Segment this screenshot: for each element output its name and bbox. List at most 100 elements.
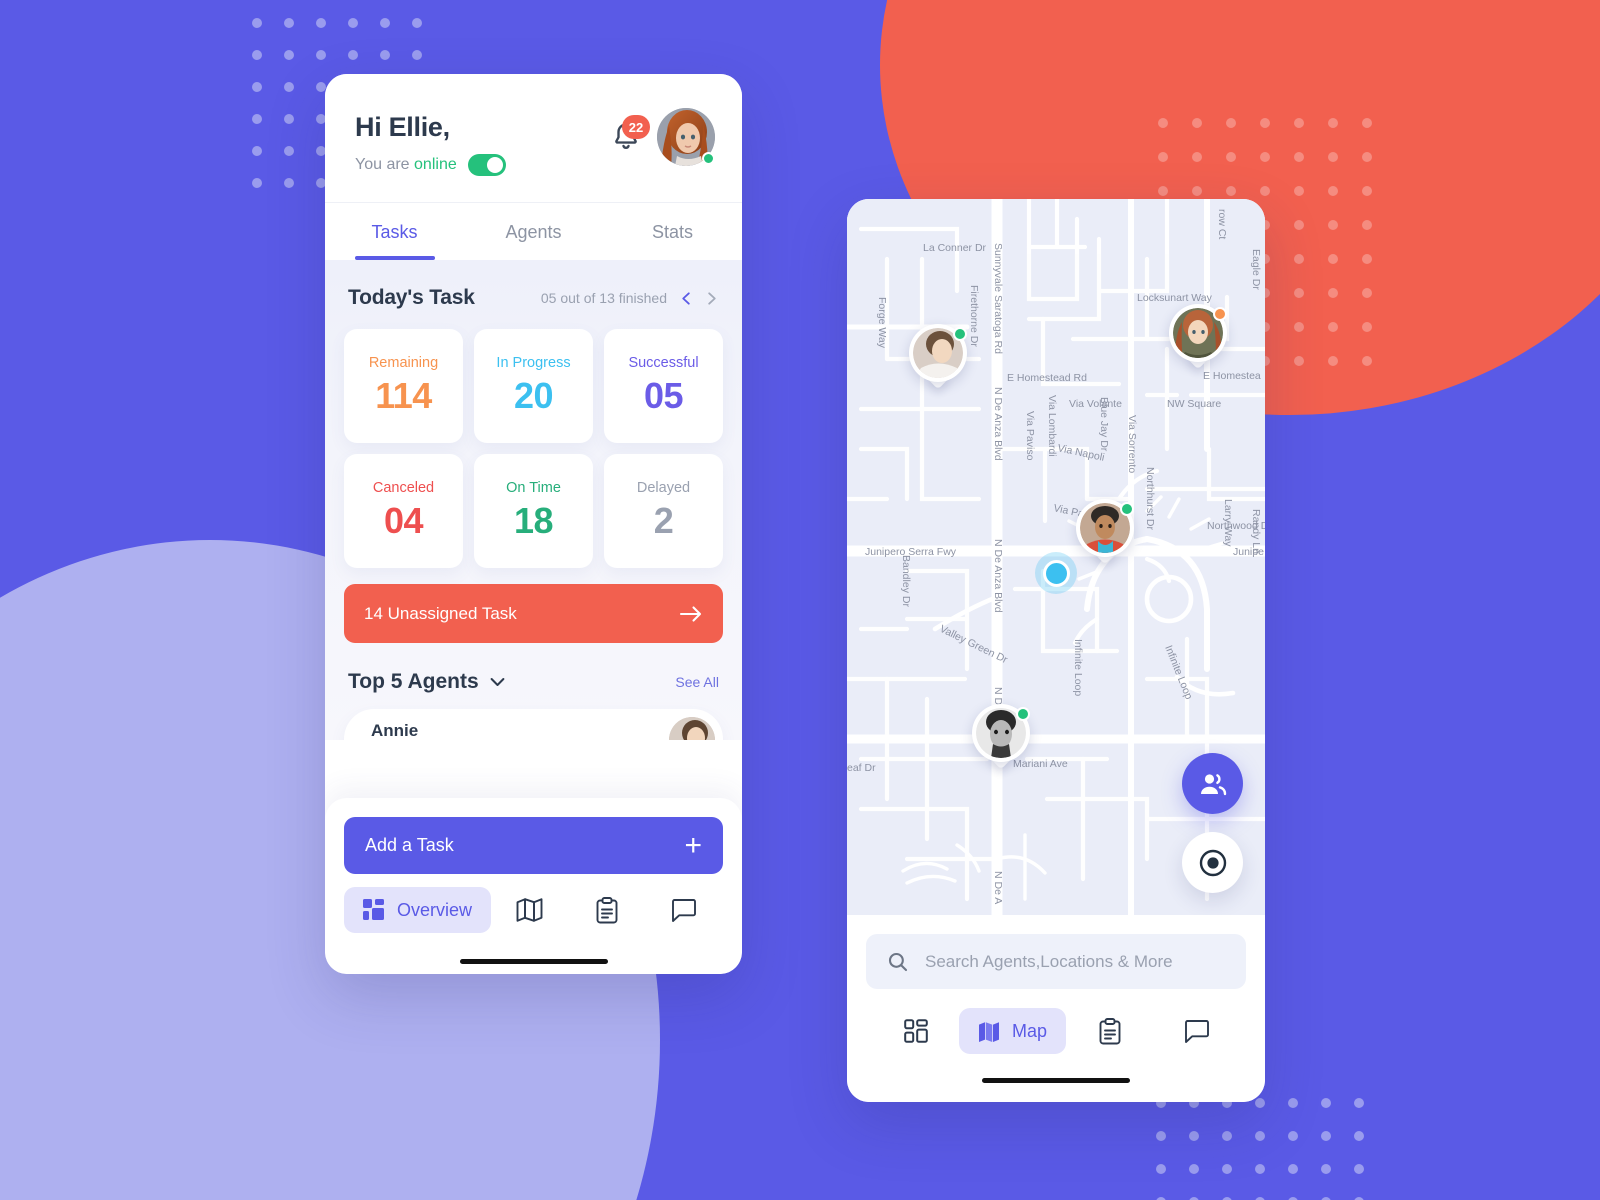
- app-header: Hi Ellie, You are online 22: [325, 74, 742, 176]
- clipboard-icon: [1099, 1017, 1120, 1044]
- stat-value: 20: [513, 375, 554, 416]
- pin-status-dot: [1016, 707, 1030, 721]
- nav-item-overview[interactable]: [872, 1019, 959, 1043]
- tab-agents[interactable]: Agents: [464, 203, 603, 260]
- stat-card-delayed[interactable]: Delayed 2: [604, 454, 723, 568]
- svg-text:Via Lombardi: Via Lombardi: [1046, 395, 1058, 457]
- home-indicator: [459, 959, 608, 964]
- status-value: online: [414, 156, 457, 173]
- online-toggle[interactable]: [467, 154, 506, 176]
- nav-item-tasks[interactable]: [568, 896, 645, 924]
- section-title-top-agents: Top 5 Agents: [348, 670, 479, 693]
- todays-task-header: Today's Task 05 out of 13 finished: [344, 260, 723, 310]
- agent-pin-2[interactable]: [1169, 304, 1227, 374]
- nav-item-tasks[interactable]: [1066, 1017, 1153, 1045]
- unassigned-label: 14 Unassigned Task: [364, 603, 517, 623]
- svg-text:Forge Way: Forge Way: [876, 297, 888, 349]
- svg-text:N De Anza Blvd: N De Anza Blvd: [992, 387, 1004, 461]
- search-input[interactable]: Search Agents,Locations & More: [925, 952, 1173, 972]
- stat-value: 2: [653, 500, 674, 541]
- nav-item-chat[interactable]: [1153, 1019, 1240, 1044]
- chat-icon: [1184, 1019, 1209, 1043]
- my-location-dot: [1035, 552, 1077, 594]
- nav-item-overview[interactable]: Overview: [344, 887, 492, 933]
- stat-value: 05: [643, 375, 684, 416]
- stat-value: 04: [383, 500, 424, 541]
- task-progress-count: 05: [540, 290, 557, 306]
- notifications-button[interactable]: 22: [611, 115, 650, 154]
- background-decoration: [0, 0, 1600, 1200]
- stat-card-successful[interactable]: Successful 05: [604, 329, 723, 443]
- svg-text:Via Sorrento: Via Sorrento: [1126, 415, 1138, 473]
- svg-text:Firethorne Dr: Firethorne Dr: [968, 285, 980, 347]
- stat-label: On Time: [506, 480, 561, 496]
- status-prefix: You are: [355, 156, 410, 173]
- agent-pin-4[interactable]: [972, 704, 1030, 774]
- pin-status-dot: [1213, 307, 1227, 321]
- agents-fab[interactable]: [1182, 753, 1243, 814]
- status-label: You are online: [355, 156, 457, 174]
- map-icon: [516, 898, 543, 922]
- home-indicator: [982, 1078, 1130, 1083]
- tab-bar: Tasks Agents Stats: [325, 202, 742, 260]
- header-actions: 22: [611, 108, 715, 166]
- avatar-presence-dot: [702, 152, 715, 165]
- stat-label: Remaining: [368, 355, 439, 371]
- nav-item-chat[interactable]: [646, 898, 723, 923]
- stat-card-remaining[interactable]: Remaining 114: [344, 329, 463, 443]
- unassigned-tasks-banner[interactable]: 14 Unassigned Task: [344, 584, 723, 643]
- stat-card-canceled[interactable]: Canceled 04: [344, 454, 463, 568]
- svg-text:E Homestead Rd: E Homestead Rd: [1007, 372, 1087, 384]
- bottom-navigation: Map: [866, 989, 1246, 1054]
- list-item[interactable]: Annie 127 Tasks: [344, 709, 723, 740]
- agent-info: Annie 127 Tasks: [371, 721, 432, 741]
- svg-text:Northhurst Dr: Northhurst Dr: [1144, 467, 1156, 531]
- task-progress-text: 05 out of 13 finished: [541, 290, 667, 306]
- svg-text:Via Volante: Via Volante: [1069, 398, 1122, 410]
- see-all-link[interactable]: See All: [675, 674, 719, 690]
- dashboard-grid-icon: [363, 899, 384, 920]
- svg-text:Sunnyvale Saratoga Rd: Sunnyvale Saratoga Rd: [992, 243, 1004, 354]
- tab-tasks[interactable]: Tasks: [325, 203, 464, 260]
- stat-card-on-time[interactable]: On Time 18: [474, 454, 593, 568]
- svg-text:N De Anza Blvd: N De Anza Blvd: [992, 539, 1004, 613]
- stat-label: Canceled: [372, 480, 435, 496]
- chevron-down-icon[interactable]: [490, 677, 505, 687]
- svg-text:N De A: N De A: [992, 871, 1004, 904]
- task-pager: [679, 291, 719, 306]
- locate-fab[interactable]: [1182, 832, 1243, 893]
- svg-text:Randy Ln: Randy Ln: [1250, 509, 1262, 554]
- top-agents-header: Top 5 Agents See All: [344, 670, 723, 694]
- avatar[interactable]: [657, 108, 715, 166]
- task-stats-grid: Remaining 114 In Progress 20 Successful …: [344, 329, 723, 568]
- dashboard-phone: Hi Ellie, You are online 22 Tasks Agents…: [325, 74, 742, 974]
- svg-text:eaf Dr: eaf Dr: [847, 762, 876, 774]
- stat-label: Delayed: [636, 480, 691, 496]
- tab-stats[interactable]: Stats: [603, 203, 742, 260]
- map-view[interactable]: La Conner Dr Locksunart Way E Homestead …: [847, 199, 1265, 915]
- dashboard-grid-icon: [903, 1019, 928, 1043]
- bottom-navigation: Overview: [344, 874, 723, 933]
- chevron-right-icon[interactable]: [704, 291, 719, 306]
- stat-card-in-progress[interactable]: In Progress 20: [474, 329, 593, 443]
- stat-label: In Progress: [496, 355, 571, 371]
- svg-text:Blue Jay Dr: Blue Jay Dr: [1098, 397, 1110, 452]
- pin-status-dot: [1120, 502, 1134, 516]
- add-task-button[interactable]: Add a Task +: [344, 817, 723, 874]
- task-progress-suffix: out of 13 finished: [560, 290, 667, 306]
- map-bottom-area: Search Agents,Locations & More Map: [847, 915, 1265, 1102]
- nav-item-map[interactable]: Map: [959, 1008, 1067, 1054]
- plus-icon: +: [684, 828, 702, 862]
- nav-item-map[interactable]: [491, 897, 568, 923]
- agent-pin-3[interactable]: [1076, 499, 1134, 569]
- map-icon: [979, 1022, 999, 1042]
- search-bar[interactable]: Search Agents,Locations & More: [866, 934, 1246, 989]
- chat-icon: [672, 898, 697, 922]
- agent-pin-1[interactable]: [909, 324, 967, 394]
- svg-text:Via Paviso: Via Paviso: [1024, 411, 1036, 461]
- clipboard-icon: [596, 896, 618, 923]
- section-title-todays-task: Today's Task: [348, 286, 475, 309]
- agent-name: Annie: [371, 720, 419, 740]
- stat-value: 114: [375, 375, 432, 416]
- chevron-left-icon[interactable]: [679, 291, 694, 306]
